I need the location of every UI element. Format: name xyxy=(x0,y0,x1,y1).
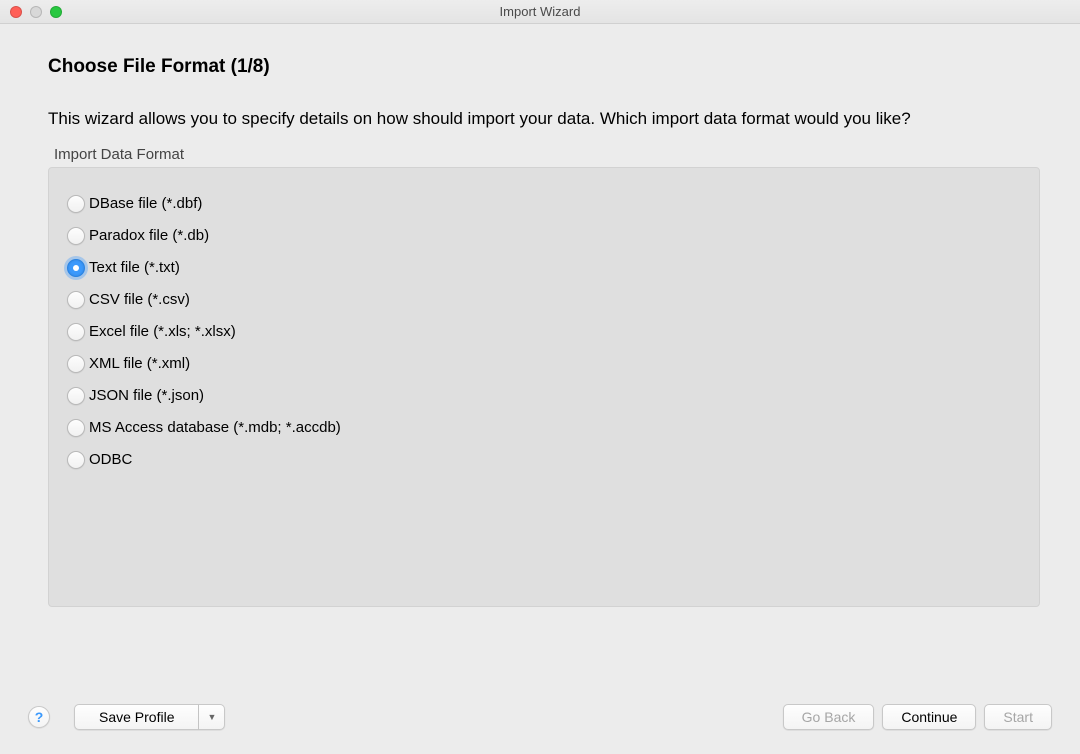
format-option[interactable]: DBase file (*.dbf) xyxy=(67,188,1021,220)
page-heading: Choose File Format (1/8) xyxy=(48,56,1040,78)
go-back-button[interactable]: Go Back xyxy=(783,704,875,730)
radio-icon[interactable] xyxy=(67,195,85,213)
group-label: Import Data Format xyxy=(54,146,1040,163)
footer: ? Save Profile ▼ Go Back Continue Start xyxy=(0,704,1080,730)
continue-button[interactable]: Continue xyxy=(882,704,976,730)
format-label: ODBC xyxy=(89,451,132,468)
format-label: MS Access database (*.mdb; *.accdb) xyxy=(89,419,341,436)
help-button[interactable]: ? xyxy=(28,706,50,728)
format-group: DBase file (*.dbf) Paradox file (*.db) Tex… xyxy=(48,167,1040,607)
window-title: Import Wizard xyxy=(500,4,581,19)
radio-icon[interactable] xyxy=(67,355,85,373)
format-label: Paradox file (*.db) xyxy=(89,227,209,244)
save-profile-dropdown[interactable]: ▼ xyxy=(199,704,225,730)
format-label: Excel file (*.xls; *.xlsx) xyxy=(89,323,236,340)
format-option[interactable]: CSV file (*.csv) xyxy=(67,284,1021,316)
radio-icon[interactable] xyxy=(67,259,85,277)
minimize-icon xyxy=(30,6,42,18)
format-option[interactable]: ODBC xyxy=(67,444,1021,476)
format-label: JSON file (*.json) xyxy=(89,387,204,404)
format-label: CSV file (*.csv) xyxy=(89,291,190,308)
format-option[interactable]: JSON file (*.json) xyxy=(67,380,1021,412)
wizard-content: Choose File Format (1/8) This wizard all… xyxy=(0,24,1080,607)
format-option[interactable]: Text file (*.txt) xyxy=(67,252,1021,284)
format-option[interactable]: MS Access database (*.mdb; *.accdb) xyxy=(67,412,1021,444)
format-label: Text file (*.txt) xyxy=(89,259,180,276)
format-label: XML file (*.xml) xyxy=(89,355,190,372)
radio-icon[interactable] xyxy=(67,387,85,405)
page-description: This wizard allows you to specify detail… xyxy=(48,106,1040,132)
format-option[interactable]: Paradox file (*.db) xyxy=(67,220,1021,252)
titlebar: Import Wizard xyxy=(0,0,1080,24)
save-profile-button[interactable]: Save Profile xyxy=(74,704,199,730)
zoom-icon[interactable] xyxy=(50,6,62,18)
start-button[interactable]: Start xyxy=(984,704,1052,730)
format-label: DBase file (*.dbf) xyxy=(89,195,202,212)
radio-icon[interactable] xyxy=(67,451,85,469)
radio-icon[interactable] xyxy=(67,291,85,309)
radio-icon[interactable] xyxy=(67,419,85,437)
close-icon[interactable] xyxy=(10,6,22,18)
radio-icon[interactable] xyxy=(67,323,85,341)
window-controls xyxy=(0,6,62,18)
save-profile-split-button: Save Profile ▼ xyxy=(74,704,225,730)
format-option[interactable]: Excel file (*.xls; *.xlsx) xyxy=(67,316,1021,348)
format-option[interactable]: XML file (*.xml) xyxy=(67,348,1021,380)
radio-icon[interactable] xyxy=(67,227,85,245)
